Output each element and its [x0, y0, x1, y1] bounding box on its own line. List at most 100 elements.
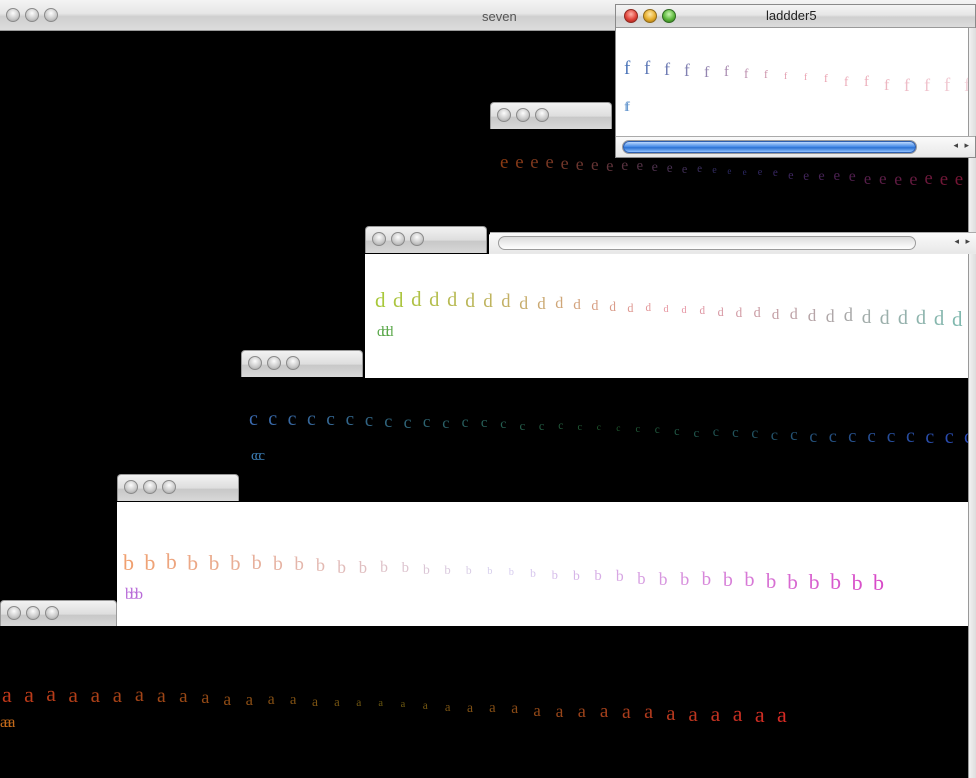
ladder-letter: c	[538, 419, 545, 433]
window-title-laddder5: laddder5	[766, 8, 817, 23]
close-button-b[interactable]	[124, 480, 138, 494]
ladder-letter: c	[712, 424, 720, 440]
canvas-b: bbbbbbbbbbbbbbbbbbbbbbbbbbbbbbbbbbbb bbb	[117, 502, 968, 626]
ladder-letter: a	[134, 684, 144, 707]
ladder-letter: a	[112, 683, 122, 707]
vertical-scrollbar-laddder5[interactable]	[968, 28, 976, 136]
ladder-letter: a	[2, 682, 12, 707]
ladder-letter: a	[334, 695, 340, 710]
ladder-letter: b	[658, 568, 668, 589]
ladder-letter: b	[615, 568, 624, 586]
ladder-letter: e	[803, 167, 810, 183]
minimize-button-d[interactable]	[391, 232, 405, 246]
ladder-letter: b	[380, 559, 388, 576]
ladder-letter: d	[591, 297, 599, 314]
ladder-letter: c	[577, 421, 583, 433]
ladder-letter: a	[356, 696, 362, 709]
ladder-letter: c	[345, 409, 355, 431]
close-button-d[interactable]	[372, 232, 386, 246]
titlebar-d[interactable]	[365, 226, 487, 253]
ladder-letter: d	[465, 289, 476, 312]
vertical-scrollbar-d[interactable]	[968, 254, 976, 378]
ladder-letter: f	[824, 73, 828, 86]
vertical-scrollbar-c[interactable]	[968, 378, 976, 502]
titlebar-laddder5[interactable]: laddder5	[616, 5, 975, 28]
ladder-letter: d	[915, 306, 927, 329]
ladder-letter: e	[606, 155, 614, 175]
ladder-letter: b	[680, 569, 690, 589]
ladder-letter: d	[699, 304, 706, 317]
ladder-letter: c	[287, 408, 297, 431]
canvas-laddder5: ffffffffffffffffff ff	[616, 28, 968, 136]
zoom-button-seven[interactable]	[44, 8, 58, 22]
letter-cluster-f: ff	[624, 100, 630, 115]
scroll-arrows-laddder5[interactable]: ◂ ▸	[953, 140, 971, 151]
ladder-letter: e	[530, 152, 539, 174]
ladder-letter: e	[742, 166, 747, 177]
ladder-letter: a	[90, 683, 100, 708]
ladder-letter: e	[772, 167, 778, 180]
close-button-laddder5[interactable]	[624, 9, 638, 23]
ladder-letter: b	[808, 569, 820, 594]
titlebar-c[interactable]	[241, 350, 363, 377]
ladder-letter: b	[465, 564, 472, 577]
minimize-button-c[interactable]	[267, 356, 281, 370]
ladder-letter: e	[500, 152, 509, 173]
close-button-c[interactable]	[248, 356, 262, 370]
zoom-button-b[interactable]	[162, 480, 176, 494]
zoom-button-e[interactable]	[535, 108, 549, 122]
minimize-button-e[interactable]	[516, 108, 530, 122]
titlebar-b[interactable]	[117, 474, 239, 501]
ladder-letter: e	[924, 169, 933, 189]
horizontal-scrollbar-e[interactable]: ◂ ▸	[490, 232, 976, 253]
titlebar-a[interactable]	[0, 600, 117, 627]
zoom-button-c[interactable]	[286, 356, 300, 370]
ladder-letter: d	[519, 292, 529, 313]
ladder-letter: b	[144, 550, 156, 576]
ladder-letter: b	[187, 550, 199, 575]
scroll-arrows-e[interactable]: ◂ ▸	[954, 236, 972, 247]
ladder-letter: b	[744, 569, 755, 592]
horizontal-scrollbar-laddder5[interactable]: ◂ ▸	[616, 136, 975, 157]
ladder-letter: c	[596, 422, 602, 433]
ladder-letter: b	[315, 555, 326, 576]
minimize-button-a[interactable]	[26, 606, 40, 620]
ladder-letter: a	[489, 700, 496, 717]
ladder-letter: b	[765, 569, 777, 593]
ladder-letter: b	[594, 568, 602, 585]
ladder-letter: c	[616, 423, 621, 434]
ladder-letter: a	[179, 686, 188, 708]
vertical-scrollbar-a[interactable]	[968, 626, 976, 778]
scroll-thumb-laddder5[interactable]	[623, 141, 916, 153]
ladder-letter: c	[828, 425, 837, 446]
ladder-letter: b	[337, 556, 346, 577]
zoom-button-a[interactable]	[45, 606, 59, 620]
close-button-e[interactable]	[497, 108, 511, 122]
ladder-letter: e	[651, 159, 658, 175]
ladder-letter: e	[788, 167, 794, 182]
ladder-letter: e	[757, 167, 763, 179]
canvas-a: aaaaaaaaaaaaaaaaaaaaaaaaaaaaaaaaaaaa aaa	[0, 626, 968, 778]
window-laddder5: laddder5 ffffffffffffffffff ff ◂ ▸	[615, 4, 976, 158]
ladder-letter: e	[879, 168, 887, 188]
zoom-button-d[interactable]	[410, 232, 424, 246]
ladder-letter: a	[732, 701, 743, 726]
ladder-letter: c	[461, 414, 469, 432]
ladder-letter: a	[157, 685, 166, 708]
close-button-seven[interactable]	[6, 8, 20, 22]
minimize-button-b[interactable]	[143, 480, 157, 494]
close-button-a[interactable]	[7, 606, 21, 620]
ladder-letter: d	[825, 306, 835, 327]
zoom-button-laddder5[interactable]	[662, 9, 676, 23]
window-a: aaaaaaaaaaaaaaaaaaaaaaaaaaaaaaaaaaaa aaa	[0, 600, 976, 778]
minimize-button-laddder5[interactable]	[643, 9, 657, 23]
window-title-seven: seven	[482, 9, 517, 24]
minimize-button-seven[interactable]	[25, 8, 39, 22]
ladder-letter: c	[886, 425, 896, 447]
ladder-letter: d	[681, 304, 687, 316]
titlebar-e[interactable]	[490, 102, 612, 129]
ladder-letter: b	[401, 560, 409, 577]
ladder-letter: f	[884, 74, 890, 94]
ladder-letter: e	[636, 157, 644, 174]
vertical-scrollbar-b[interactable]	[968, 502, 976, 626]
